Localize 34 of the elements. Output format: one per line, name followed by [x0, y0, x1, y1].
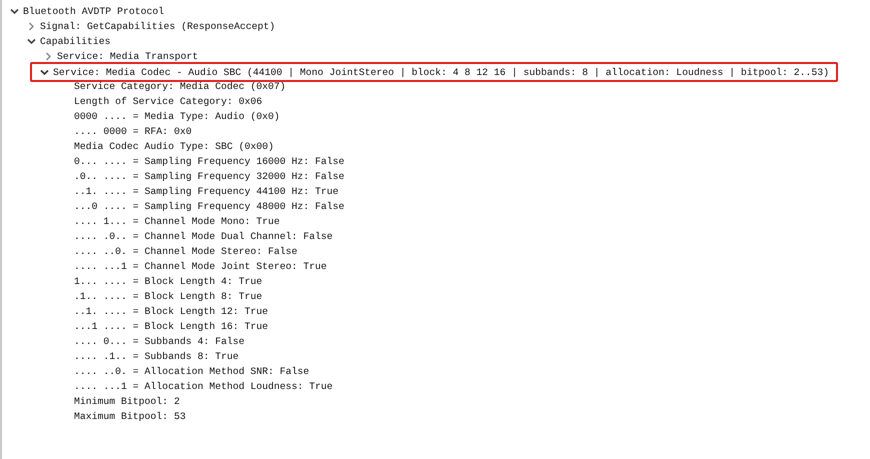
tree-item-label[interactable]: ..1. .... = Block Length 12: True [74, 304, 268, 319]
tree-item-label[interactable]: Service: Media Transport [57, 49, 198, 64]
tree-item-label[interactable]: Maximum Bitpool: 53 [74, 409, 186, 424]
chevron-right-icon[interactable] [27, 22, 36, 31]
tree-item-label[interactable]: Length of Service Category: 0x06 [74, 94, 262, 109]
tree-item-label[interactable]: ..1. .... = Sampling Frequency 44100 Hz: True [74, 184, 339, 199]
tree-item-label[interactable]: .... 0... = Subbands 4: False [74, 334, 244, 349]
chevron-down-icon[interactable] [10, 7, 19, 16]
chevron-right-icon[interactable] [44, 52, 53, 61]
tree-item-label[interactable]: .... ..0. = Allocation Method SNR: False [74, 364, 310, 379]
tree-item-label[interactable]: .0.. .... = Sampling Frequency 32000 Hz: False [74, 169, 344, 184]
chevron-down-icon[interactable] [40, 68, 49, 76]
tree-item-label[interactable]: .... 0000 = RFA: 0x0 [74, 124, 192, 139]
tree-item-label[interactable]: Service Category: Media Codec (0x07) [74, 79, 286, 94]
tree-item-label[interactable]: .... ...1 = Channel Mode Joint Stereo: True [74, 259, 327, 274]
tree-item-label[interactable]: Media Codec Audio Type: SBC (0x00) [74, 139, 274, 154]
highlighted-tree-row[interactable]: Service: Media Codec - Audio SBC (44100 | Mono JointStereo | block: 4 8 12 16 | subbands: 8 | allocation: Loudness | bitpool: 2..53) [30, 62, 838, 82]
tree-item-label[interactable]: .1.. .... = Block Length 8: True [74, 289, 262, 304]
tree-item-label[interactable]: Bluetooth AVDTP Protocol [23, 4, 164, 19]
tree-item-label[interactable]: .... .1.. = Subbands 8: True [74, 349, 239, 364]
tree-item-label[interactable]: .... ..0. = Channel Mode Stereo: False [74, 244, 298, 259]
tree-item-label[interactable]: 1... .... = Block Length 4: True [74, 274, 262, 289]
tree-item-label[interactable]: .... 1... = Channel Mode Mono: True [74, 214, 280, 229]
tree-item-label[interactable]: Signal: GetCapabilities (ResponseAccept) [40, 19, 276, 34]
tree-item-label[interactable]: 0... .... = Sampling Frequency 16000 Hz: False [74, 154, 344, 169]
tree-item-label: Service: Media Codec - Audio SBC (44100 | Mono JointStereo | block: 4 8 12 16 | subbands: 8 | allocation: Loudness | bitpool: 2..53) [53, 66, 830, 80]
tree-item-label[interactable]: .... .0.. = Channel Mode Dual Channel: False [74, 229, 333, 244]
tree-item-label[interactable]: Minimum Bitpool: 2 [74, 394, 180, 409]
tree-item-label[interactable]: 0000 .... = Media Type: Audio (0x0) [74, 109, 280, 124]
tree-item-label[interactable]: Capabilities [40, 34, 111, 49]
tree-item-label[interactable]: .... ...1 = Allocation Method Loudness: True [74, 379, 333, 394]
chevron-down-icon[interactable] [27, 37, 36, 46]
tree-item-label[interactable]: ...0 .... = Sampling Frequency 48000 Hz: False [74, 199, 344, 214]
tree-item-label[interactable]: ...1 .... = Block Length 16: True [74, 319, 268, 334]
